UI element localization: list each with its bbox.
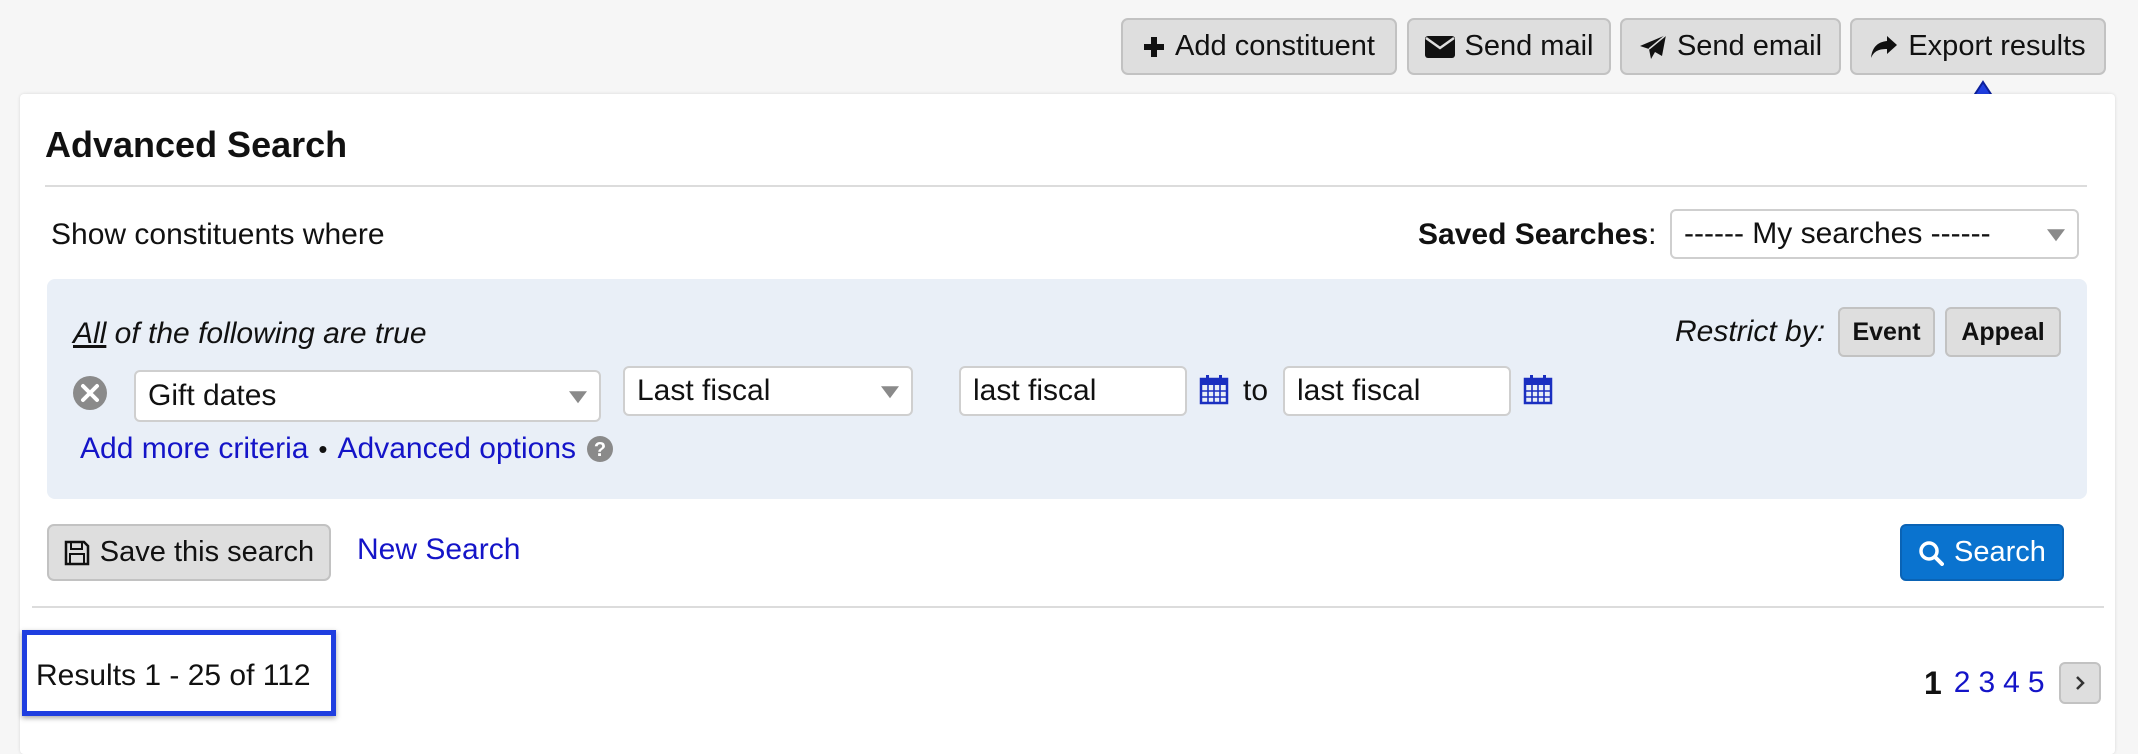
date-range-to-label: to bbox=[1243, 374, 1269, 407]
search-button[interactable]: Search bbox=[1900, 524, 2064, 581]
restrict-appeal-button[interactable]: Appeal bbox=[1945, 307, 2061, 357]
add-more-criteria-link[interactable]: Add more criteria bbox=[80, 432, 308, 466]
calendar-icon[interactable] bbox=[1199, 375, 1229, 405]
export-results-label: Export results bbox=[1908, 30, 2086, 62]
advanced-options-link[interactable]: Advanced options bbox=[338, 432, 577, 466]
chevron-down-icon bbox=[881, 386, 899, 399]
criteria-period-value: Last fiscal bbox=[637, 374, 771, 407]
calendar-icon[interactable] bbox=[1523, 375, 1553, 405]
criteria-heading-rest: of the following are true bbox=[106, 317, 427, 350]
save-search-button[interactable]: Save this search bbox=[47, 524, 331, 581]
saved-searches-label-text: Saved Searches bbox=[1418, 218, 1649, 251]
criteria-heading: All of the following are true bbox=[73, 317, 427, 351]
restrict-by-label: Restrict by: bbox=[1675, 315, 1826, 348]
chevron-down-icon bbox=[2047, 229, 2065, 242]
saved-searches-colon: : bbox=[1648, 218, 1657, 251]
date-from-input[interactable]: last fiscal bbox=[959, 366, 1187, 416]
page-link-4[interactable]: 4 bbox=[2003, 666, 2020, 700]
send-mail-button[interactable]: Send mail bbox=[1407, 18, 1611, 75]
save-search-label: Save this search bbox=[99, 536, 315, 568]
add-constituent-button[interactable]: Add constituent bbox=[1121, 18, 1397, 75]
criteria-period-select[interactable]: Last fiscal bbox=[623, 366, 913, 416]
page-link-3[interactable]: 3 bbox=[1978, 666, 1995, 700]
restrict-event-button[interactable]: Event bbox=[1838, 307, 1935, 357]
next-page-button[interactable] bbox=[2058, 662, 2101, 704]
page-link-2[interactable]: 2 bbox=[1954, 666, 1971, 700]
criteria-field-select[interactable]: Gift dates bbox=[134, 370, 601, 422]
page-title: Advanced Search bbox=[45, 124, 348, 165]
saved-searches-select[interactable]: ------ My searches ------ bbox=[1670, 209, 2079, 259]
floppy-disk-icon bbox=[64, 540, 90, 565]
show-constituents-label: Show constituents where bbox=[51, 218, 385, 251]
send-mail-label: Send mail bbox=[1464, 30, 1594, 62]
svg-text:?: ? bbox=[594, 439, 606, 461]
pagination: 1 2 3 4 5 bbox=[1924, 662, 2101, 704]
send-email-label: Send email bbox=[1676, 30, 1823, 62]
envelope-icon bbox=[1424, 35, 1455, 58]
remove-criteria-icon[interactable] bbox=[72, 375, 108, 411]
saved-searches-label: Saved Searches: bbox=[1418, 218, 1657, 252]
criteria-links: Add more criteria • Advanced options ? bbox=[80, 432, 614, 466]
saved-searches-value: ------ My searches ------ bbox=[1684, 217, 1991, 250]
criteria-field-value: Gift dates bbox=[148, 379, 277, 412]
results-summary: Results 1 - 25 of 112 bbox=[36, 659, 311, 692]
chevron-right-icon bbox=[2075, 676, 2085, 690]
share-arrow-icon bbox=[1871, 35, 1898, 58]
title-divider bbox=[45, 185, 2087, 187]
results-divider bbox=[32, 606, 2104, 608]
chevron-down-icon bbox=[569, 391, 587, 404]
quantifier-toggle[interactable]: All bbox=[73, 317, 106, 350]
magnifier-icon bbox=[1919, 540, 1945, 566]
new-search-link[interactable]: New Search bbox=[357, 533, 520, 567]
page-link-5[interactable]: 5 bbox=[2028, 666, 2045, 700]
send-email-button[interactable]: Send email bbox=[1620, 18, 1841, 75]
date-to-input[interactable]: last fiscal bbox=[1283, 366, 1511, 416]
link-separator: • bbox=[318, 433, 328, 464]
export-results-button[interactable]: Export results bbox=[1850, 18, 2106, 75]
add-constituent-label: Add constituent bbox=[1175, 30, 1375, 62]
search-button-label: Search bbox=[1954, 536, 2046, 568]
question-circle-icon[interactable]: ? bbox=[586, 435, 614, 463]
plus-icon bbox=[1144, 36, 1165, 57]
current-page: 1 bbox=[1924, 664, 1942, 701]
paper-plane-icon bbox=[1639, 33, 1667, 59]
